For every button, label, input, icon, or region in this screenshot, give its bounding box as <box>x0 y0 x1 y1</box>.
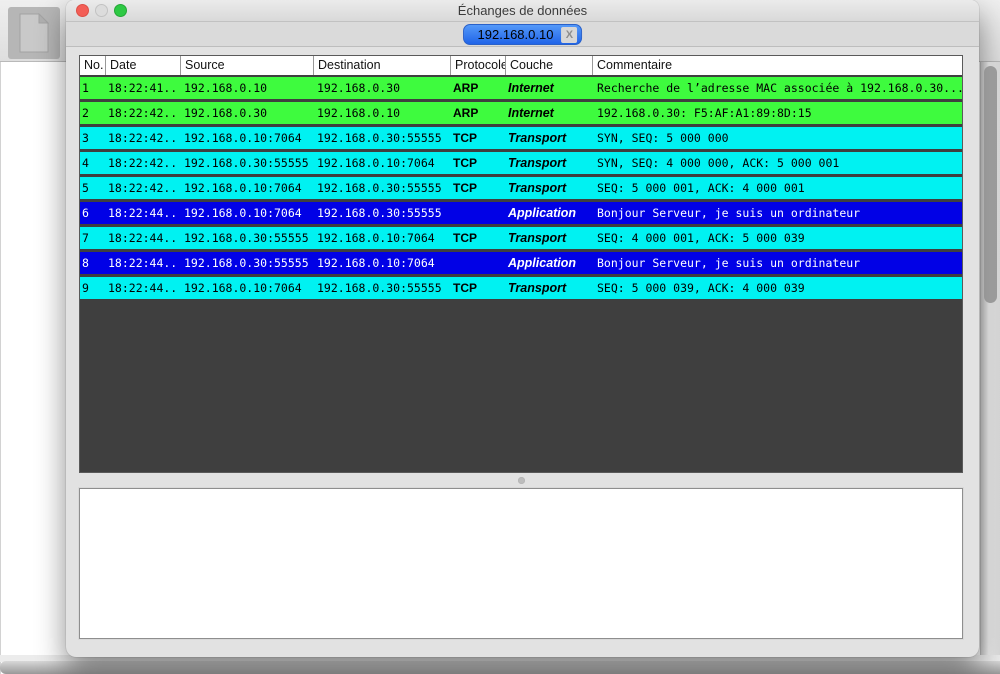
column-header-comment: Commentaire <box>592 56 962 75</box>
cell-proto: TCP <box>450 277 505 299</box>
cell-comment: Bonjour Serveur, je suis un ordinateur <box>592 252 962 274</box>
packet-detail-panel[interactable] <box>79 488 963 639</box>
cell-dst: 192.168.0.30 <box>313 77 450 99</box>
cell-date: 18:22:42.... <box>105 102 180 124</box>
cell-proto: TCP <box>450 177 505 199</box>
cell-comment: Bonjour Serveur, je suis un ordinateur <box>592 202 962 224</box>
packet-table-body: 118:22:41....192.168.0.10192.168.0.30ARP… <box>80 75 962 299</box>
cell-src: 192.168.0.10:7064 <box>180 127 313 149</box>
cell-layer: Transport <box>505 277 592 299</box>
cell-src: 192.168.0.10:7064 <box>180 277 313 299</box>
tab-label: 192.168.0.10 <box>478 27 562 42</box>
cell-src: 192.168.0.30:55555 <box>180 252 313 274</box>
cell-date: 18:22:44.... <box>105 252 180 274</box>
cell-layer: Transport <box>505 227 592 249</box>
cell-comment: SEQ: 5 000 039, ACK: 4 000 039 <box>592 277 962 299</box>
cell-proto: ARP <box>450 77 505 99</box>
tab-close-icon[interactable]: X <box>561 27 577 43</box>
table-row[interactable]: 918:22:44....192.168.0.10:7064192.168.0.… <box>80 277 962 299</box>
cell-proto: TCP <box>450 127 505 149</box>
cell-no: 2 <box>80 102 105 124</box>
new-document-button[interactable] <box>8 7 60 59</box>
column-header-source: Source <box>180 56 313 75</box>
cell-src: 192.168.0.10:7064 <box>180 177 313 199</box>
screen: Échanges de données 192.168.0.10 X No. D… <box>0 0 1000 674</box>
column-header-layer: Couche <box>505 56 592 75</box>
cell-dst: 192.168.0.30:55555 <box>313 127 450 149</box>
cell-src: 192.168.0.10 <box>180 77 313 99</box>
document-icon <box>19 13 49 53</box>
vertical-scrollbar[interactable] <box>980 62 1000 661</box>
cell-proto <box>450 202 505 224</box>
packet-table: No. Date Source Destination Protocole Co… <box>79 55 963 473</box>
table-row[interactable]: 218:22:42....192.168.0.30192.168.0.10ARP… <box>80 102 962 124</box>
titlebar[interactable]: Échanges de données <box>66 0 979 22</box>
cell-dst: 192.168.0.30:55555 <box>313 277 450 299</box>
cell-proto: ARP <box>450 102 505 124</box>
cell-no: 9 <box>80 277 105 299</box>
cell-no: 3 <box>80 127 105 149</box>
packet-table-header: No. Date Source Destination Protocole Co… <box>80 56 962 75</box>
cell-comment: SYN, SEQ: 4 000 000, ACK: 5 000 001 <box>592 152 962 174</box>
cell-layer: Transport <box>505 177 592 199</box>
column-header-destination: Destination <box>313 56 450 75</box>
column-header-protocol: Protocole <box>450 56 505 75</box>
cell-layer: Transport <box>505 127 592 149</box>
cell-no: 6 <box>80 202 105 224</box>
cell-dst: 192.168.0.10:7064 <box>313 227 450 249</box>
cell-comment: SEQ: 4 000 001, ACK: 5 000 039 <box>592 227 962 249</box>
cell-date: 18:22:42.... <box>105 177 180 199</box>
cell-no: 4 <box>80 152 105 174</box>
cell-date: 18:22:44.... <box>105 277 180 299</box>
cell-date: 18:22:44.... <box>105 202 180 224</box>
cell-layer: Application <box>505 202 592 224</box>
split-pane-divider[interactable] <box>79 473 963 488</box>
cell-no: 5 <box>80 177 105 199</box>
cell-dst: 192.168.0.10 <box>313 102 450 124</box>
cell-src: 192.168.0.30:55555 <box>180 227 313 249</box>
cell-comment: SYN, SEQ: 5 000 000 <box>592 127 962 149</box>
cell-dst: 192.168.0.10:7064 <box>313 252 450 274</box>
cell-proto: TCP <box>450 227 505 249</box>
cell-no: 7 <box>80 227 105 249</box>
cell-src: 192.168.0.10:7064 <box>180 202 313 224</box>
cell-proto <box>450 252 505 274</box>
vertical-scrollbar-thumb[interactable] <box>984 66 997 303</box>
cell-dst: 192.168.0.30:55555 <box>313 177 450 199</box>
cell-layer: Transport <box>505 152 592 174</box>
cell-date: 18:22:44.... <box>105 227 180 249</box>
cell-no: 1 <box>80 77 105 99</box>
dialog-content: No. Date Source Destination Protocole Co… <box>78 47 965 657</box>
window-title: Échanges de données <box>66 0 979 22</box>
cell-proto: TCP <box>450 152 505 174</box>
cell-no: 8 <box>80 252 105 274</box>
table-row[interactable]: 518:22:42....192.168.0.10:7064192.168.0.… <box>80 177 962 199</box>
cell-comment: SEQ: 5 000 001, ACK: 4 000 001 <box>592 177 962 199</box>
cell-src: 192.168.0.30 <box>180 102 313 124</box>
tab-192-168-0-10[interactable]: 192.168.0.10 X <box>463 24 583 45</box>
table-row[interactable]: 718:22:44....192.168.0.30:55555192.168.0… <box>80 227 962 249</box>
cell-layer: Internet <box>505 102 592 124</box>
cell-comment: Recherche de l’adresse MAC associée à 19… <box>592 77 962 99</box>
cell-layer: Application <box>505 252 592 274</box>
cell-dst: 192.168.0.10:7064 <box>313 152 450 174</box>
cell-dst: 192.168.0.30:55555 <box>313 202 450 224</box>
data-exchange-window: Échanges de données 192.168.0.10 X No. D… <box>66 0 979 657</box>
cell-layer: Internet <box>505 77 592 99</box>
table-row[interactable]: 418:22:42....192.168.0.30:55555192.168.0… <box>80 152 962 174</box>
table-row[interactable]: 318:22:42....192.168.0.10:7064192.168.0.… <box>80 127 962 149</box>
cell-date: 18:22:42.... <box>105 152 180 174</box>
table-row[interactable]: 618:22:44....192.168.0.10:7064192.168.0.… <box>80 202 962 224</box>
column-header-no: No. <box>80 56 105 75</box>
cell-date: 18:22:41.... <box>105 77 180 99</box>
cell-src: 192.168.0.30:55555 <box>180 152 313 174</box>
tab-bar: 192.168.0.10 X <box>66 22 979 47</box>
column-header-date: Date <box>105 56 180 75</box>
cell-date: 18:22:42.... <box>105 127 180 149</box>
table-row[interactable]: 818:22:44....192.168.0.30:55555192.168.0… <box>80 252 962 274</box>
table-row[interactable]: 118:22:41....192.168.0.10192.168.0.30ARP… <box>80 77 962 99</box>
splitter-handle-icon <box>518 477 525 484</box>
cell-comment: 192.168.0.30: F5:AF:A1:89:8D:15 <box>592 102 962 124</box>
horizontal-scrollbar-thumb[interactable] <box>0 661 1000 674</box>
